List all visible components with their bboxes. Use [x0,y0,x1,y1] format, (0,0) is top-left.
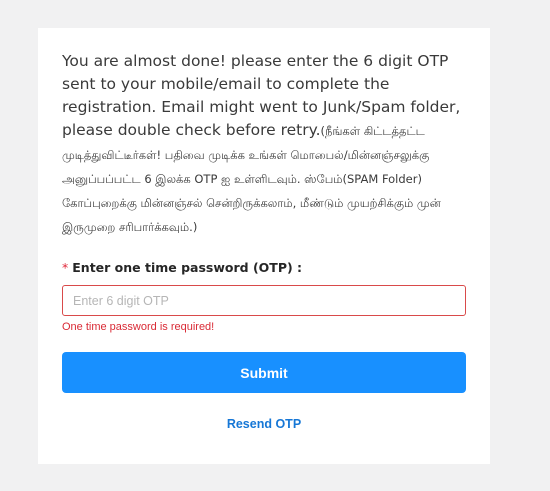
page-background: You are almost done! please enter the 6 … [0,0,550,491]
otp-instructions: You are almost done! please enter the 6 … [62,50,470,239]
otp-label-text: Enter one time password (OTP) : [72,260,303,275]
otp-error-message: One time password is required! [62,321,215,333]
otp-card: You are almost done! please enter the 6 … [38,28,490,464]
submit-button[interactable]: Submit [62,352,466,393]
instructions-tamil: (நீங்கள் கிட்டத்தட்ட முடித்துவிட்டீர்கள்… [62,124,441,234]
otp-input[interactable] [62,285,466,316]
resend-otp-link[interactable]: Resend OTP [38,417,490,431]
required-mark: * [62,260,69,275]
otp-field-label: * Enter one time password (OTP) : [62,260,302,275]
